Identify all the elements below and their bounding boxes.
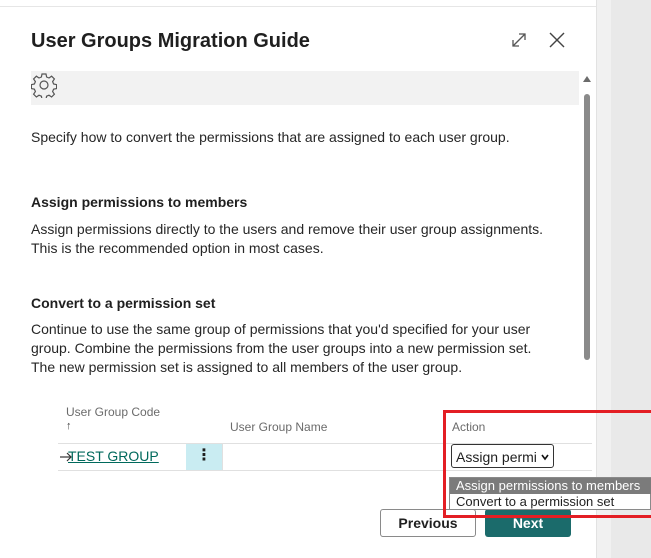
option-desc-line: Continue to use the same group of permis… — [31, 321, 531, 337]
close-icon[interactable] — [547, 30, 567, 50]
dropdown-option-convert[interactable]: Convert to a permission set — [450, 494, 651, 510]
screen: User Groups Migration Guide Specify how … — [0, 0, 651, 558]
vertical-scrollbar[interactable] — [580, 72, 594, 474]
column-header-action[interactable]: Action — [452, 420, 485, 434]
gear-icon — [31, 73, 57, 98]
migration-guide-dialog: User Groups Migration Guide Specify how … — [0, 0, 596, 558]
column-header-user-group-code[interactable]: User Group Code — [66, 405, 160, 419]
expand-icon[interactable] — [509, 30, 529, 50]
scrollbar-thumb[interactable] — [584, 94, 590, 360]
option-desc-line: The new permission set is assigned to al… — [31, 359, 463, 375]
action-select[interactable]: Assign permi — [451, 444, 554, 468]
option-heading-convert: Convert to a permission set — [31, 295, 216, 311]
wizard-banner — [31, 71, 579, 105]
option-heading-assign: Assign permissions to members — [31, 194, 248, 210]
dialog-title: User Groups Migration Guide — [31, 30, 310, 52]
action-select-value: Assign permi — [456, 449, 537, 465]
option-desc-line: Assign permissions directly to the users… — [31, 221, 544, 237]
background-page — [596, 0, 651, 558]
next-button[interactable]: Next — [485, 509, 571, 537]
action-dropdown-list[interactable]: Assign permissions to members Convert to… — [449, 477, 651, 510]
cell-divider — [222, 444, 223, 470]
column-header-user-group-name[interactable]: User Group Name — [230, 420, 327, 434]
scroll-up-arrow-icon[interactable] — [583, 76, 591, 82]
intro-text: Specify how to convert the permissions t… — [31, 129, 510, 145]
user-group-code-link[interactable]: TEST GROUP — [68, 448, 159, 464]
background-panel — [611, 0, 651, 558]
previous-button[interactable]: Previous — [380, 509, 476, 537]
dialog-top-border — [0, 6, 596, 7]
option-desc-line: This is the recommended option in most c… — [31, 240, 324, 256]
row-actions-menu-button[interactable]: ⋮ — [186, 444, 222, 470]
chevron-down-icon — [541, 454, 549, 461]
dropdown-option-assign[interactable]: Assign permissions to members — [450, 478, 651, 494]
option-desc-line: group. Combine the permissions from the … — [31, 340, 532, 356]
sort-ascending-icon: ↑ — [66, 420, 72, 432]
